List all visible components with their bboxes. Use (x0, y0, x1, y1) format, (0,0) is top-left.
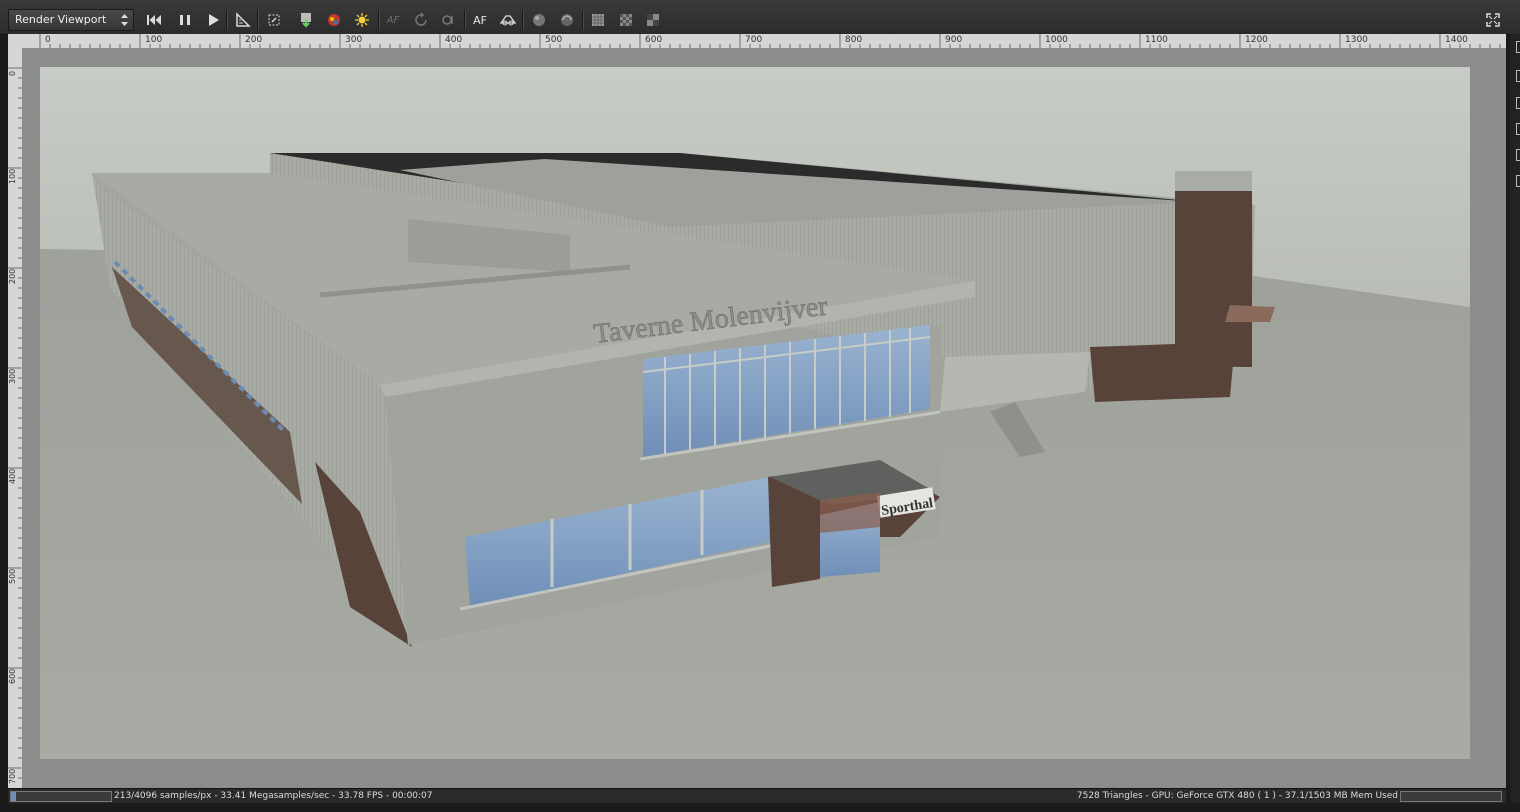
ruler-label: 1000 (1045, 35, 1068, 45)
sun-button[interactable] (351, 10, 373, 30)
viewport-mode-value: Render Viewport (15, 13, 107, 26)
color-picker-icon (328, 14, 340, 26)
entrance-pillar (770, 535, 820, 587)
ruler-label: 900 (945, 35, 963, 45)
ruler-label: 0 (45, 35, 51, 45)
select-arrows-icon (121, 14, 128, 26)
fullscreen-button[interactable] (1482, 10, 1504, 30)
af-icon: AF (386, 14, 400, 26)
panel-tab-icon[interactable] (1516, 70, 1520, 82)
gpu-stats: 7528 Triangles - GPU: GeForce GTX 480 ( … (1076, 791, 1398, 801)
camera-button[interactable] (497, 10, 519, 30)
ruler-label: 600 (645, 35, 663, 45)
balcony (1225, 305, 1275, 322)
viewport-mode-select[interactable]: Render Viewport (8, 9, 134, 31)
half-checker-button[interactable] (642, 10, 664, 30)
measure-icon (236, 12, 251, 27)
ruler-label: 700 (745, 35, 763, 45)
color-picker-button[interactable] (323, 10, 345, 30)
sphere-icon (533, 14, 545, 26)
ruler-label: 200 (8, 268, 17, 284)
ruler-label: 1400 (1445, 35, 1468, 45)
ruler-label: 600 (8, 668, 17, 684)
chimney-cap (1175, 171, 1252, 191)
ruler-label: 200 (245, 35, 263, 45)
pause-icon (180, 15, 190, 25)
chimney-tower (1175, 171, 1252, 367)
render-progress-fill (11, 792, 17, 801)
panel-tab-icon[interactable] (1516, 175, 1520, 187)
af-dim-button[interactable]: AF (382, 10, 404, 30)
horizontal-ruler: 0 100 200 300 400 500 600 700 800 900 10… (8, 34, 1506, 49)
ruler-label: 700 (8, 768, 17, 784)
play-icon (209, 14, 219, 26)
render-stats: 213/4096 samples/px - 33.41 Megasamples/… (114, 791, 433, 801)
fullscreen-icon (1486, 13, 1500, 27)
ruler-label: 800 (845, 35, 863, 45)
render-progress (10, 791, 112, 802)
ruler-label: 300 (345, 35, 363, 45)
restart-icon (147, 15, 161, 25)
ruler-label: 100 (145, 35, 163, 45)
ruler-label: 300 (8, 368, 17, 384)
save-render-icon (301, 13, 311, 28)
af-text: AF (473, 13, 487, 27)
panel-tab-icon[interactable] (1516, 123, 1520, 135)
render-image[interactable]: Taverne Molenvijver Sporthal (40, 67, 1470, 759)
ruler-label: 0 (8, 70, 17, 76)
focus-button[interactable] (438, 10, 460, 30)
memory-bar (1400, 791, 1502, 802)
toolbar: Render Viewport AF AF (0, 0, 1520, 35)
focus-icon (442, 15, 453, 25)
refresh-button[interactable] (410, 10, 432, 30)
refresh-icon (415, 12, 427, 26)
region-icon (268, 14, 280, 26)
panel-tab-icon[interactable] (1516, 97, 1520, 109)
ruler-label: 100 (8, 168, 17, 184)
ruler-label: 1300 (1345, 35, 1368, 45)
sun-icon (355, 13, 369, 27)
grid-icon (592, 14, 604, 26)
half-checker-icon (647, 14, 659, 26)
status-bar: 213/4096 samples/px - 33.41 Megasamples/… (8, 788, 1506, 803)
ruler-label: 400 (8, 468, 17, 484)
checker-icon (620, 14, 632, 26)
sphere-refresh-icon (561, 14, 573, 26)
ruler-label: 500 (8, 568, 17, 584)
sphere-button[interactable] (528, 10, 550, 30)
panel-tab-icon[interactable] (1516, 41, 1520, 53)
play-button[interactable] (202, 10, 224, 30)
checker-button[interactable] (615, 10, 637, 30)
restart-button[interactable] (143, 10, 165, 30)
measure-button[interactable] (232, 10, 254, 30)
region-button[interactable] (263, 10, 285, 30)
ruler-label: 500 (545, 35, 563, 45)
camera-icon (499, 15, 517, 26)
ruler-label: 400 (445, 35, 463, 45)
vertical-ruler: 0 100 200 300 400 500 600 700 (8, 48, 23, 788)
grid-button[interactable] (587, 10, 609, 30)
ruler-label: 1100 (1145, 35, 1168, 45)
save-render-button[interactable] (295, 10, 317, 30)
pause-button[interactable] (174, 10, 196, 30)
back-brick-base (1090, 342, 1235, 402)
bottom-edge (0, 803, 1520, 812)
sphere-refresh-button[interactable] (556, 10, 578, 30)
panel-tab-icon[interactable] (1516, 149, 1520, 161)
af-button[interactable]: AF (469, 10, 491, 30)
ruler-label: 1200 (1245, 35, 1268, 45)
